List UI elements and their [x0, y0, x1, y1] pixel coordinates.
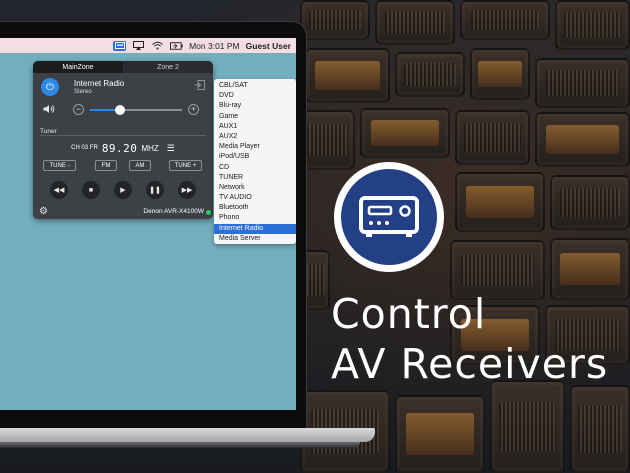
preset-list-icon[interactable]: ☰: [167, 143, 175, 154]
input-select-icon[interactable]: [195, 80, 205, 93]
source-option[interactable]: Blu-ray: [214, 101, 296, 111]
fm-button[interactable]: FM: [95, 160, 117, 171]
source-option[interactable]: DVD: [214, 91, 296, 101]
menu-clock[interactable]: Mon 3:01 PM: [189, 41, 240, 51]
power-icon: ⏻: [46, 81, 54, 93]
tune-down-button[interactable]: TUNE -: [43, 160, 76, 171]
tuner-preset: CH 03 FR: [71, 145, 98, 151]
source-dropdown: CBL/SAT DVD Blu-ray Game AUX1 AUX2 Media Playe…: [214, 79, 296, 244]
source-option[interactable]: Game: [214, 112, 296, 122]
speaker-icon[interactable]: [43, 104, 55, 117]
source-option[interactable]: Media Server: [214, 234, 296, 244]
tuner-buttons: TUNE - FM AM TUNE +: [33, 160, 213, 171]
source-option[interactable]: Internet Radio: [214, 223, 296, 234]
source-option[interactable]: TV AUDIO: [214, 193, 296, 203]
headline-line-2: AV Receivers: [331, 340, 609, 388]
transport-controls: ◀◀ ■ ▶ ❚❚ ▶▶: [33, 181, 213, 199]
tuner-display: CH 03 FR 89.20 MHZ ☰: [33, 141, 213, 155]
gear-icon[interactable]: ⚙: [39, 206, 48, 217]
airplay-icon[interactable]: [132, 41, 145, 51]
menu-user[interactable]: Guest User: [246, 41, 291, 51]
battery-icon[interactable]: [170, 41, 183, 51]
pause-button[interactable]: ❚❚: [146, 181, 164, 199]
volume-slider[interactable]: [90, 105, 182, 115]
power-button[interactable]: ⏻: [41, 78, 59, 96]
forward-icon: ▶▶: [181, 187, 193, 194]
source-name: Internet Radio: [74, 79, 125, 88]
headline-line-1: Control: [331, 290, 487, 338]
source-option[interactable]: TUNER: [214, 173, 296, 183]
tuner-unit: MHZ: [141, 143, 159, 153]
connection-status-dot: [206, 210, 211, 215]
source-option[interactable]: Bluetooth: [214, 203, 296, 213]
now-playing: ⏻ Internet Radio Stereo: [33, 75, 213, 101]
rewind-icon: ◀◀: [53, 187, 65, 194]
volume-up-button[interactable]: +: [188, 104, 199, 115]
zone-tabs: MainZone Zone 2: [33, 61, 213, 73]
stop-button[interactable]: ■: [82, 181, 100, 199]
menu-bar: Mon 3:01 PM Guest User: [0, 38, 296, 53]
tuner-section-title: Tuner: [40, 128, 57, 135]
source-option[interactable]: AUX1: [214, 122, 296, 132]
logo-badge: [334, 162, 444, 272]
device-name: Denon AVR-X4100W: [143, 208, 204, 215]
promo-headline: Control AV Receivers: [331, 290, 608, 390]
tune-up-button[interactable]: TUNE +: [169, 160, 202, 171]
am-button[interactable]: AM: [129, 160, 151, 171]
play-button[interactable]: ▶: [114, 181, 132, 199]
receiver-control-panel: MainZone Zone 2 ⏻ Internet Radio Stereo …: [33, 61, 213, 219]
source-option[interactable]: AUX2: [214, 132, 296, 142]
laptop-base: [0, 428, 375, 442]
source-option[interactable]: iPod/USB: [214, 152, 296, 162]
pause-icon: ❚❚: [149, 187, 161, 194]
tab-mainzone[interactable]: MainZone: [33, 61, 123, 73]
tuner-frequency: 89.20: [101, 141, 138, 155]
play-icon: ▶: [120, 187, 126, 194]
source-option[interactable]: Network: [214, 183, 296, 193]
receiver-menu-icon[interactable]: [113, 40, 127, 51]
wifi-icon[interactable]: [151, 41, 164, 51]
sound-mode: Stereo: [74, 89, 92, 95]
rewind-button[interactable]: ◀◀: [50, 181, 68, 199]
stop-icon: ■: [88, 186, 94, 194]
av-receiver-icon: [359, 196, 419, 237]
volume-control: − +: [33, 103, 213, 117]
volume-down-button[interactable]: −: [73, 104, 84, 115]
source-option[interactable]: Phono: [214, 213, 296, 223]
source-option[interactable]: CD: [214, 163, 296, 173]
forward-button[interactable]: ▶▶: [178, 181, 196, 199]
source-option[interactable]: CBL/SAT: [214, 81, 296, 91]
volume-slider-knob[interactable]: [115, 105, 126, 115]
tab-zone-2[interactable]: Zone 2: [123, 61, 213, 73]
source-option[interactable]: Media Player: [214, 142, 296, 152]
